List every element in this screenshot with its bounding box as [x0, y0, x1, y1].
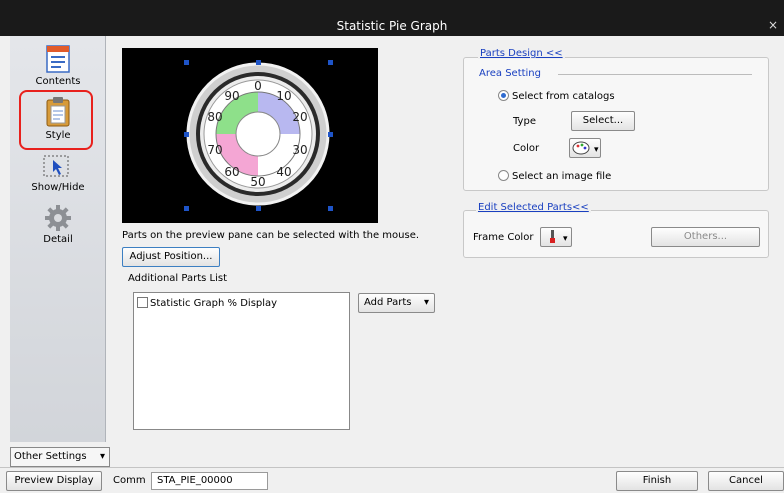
- gear-icon: [45, 205, 71, 231]
- dial-label: 10: [276, 89, 291, 103]
- dial-label: 50: [250, 175, 265, 189]
- chevron-down-icon: ▾: [99, 451, 105, 462]
- sidebar-item-label: Show/Hide: [31, 182, 85, 193]
- selection-handle[interactable]: [256, 60, 261, 65]
- area-setting-divider: [558, 74, 752, 75]
- dial-label: 60: [224, 165, 239, 179]
- selection-handle[interactable]: [328, 60, 333, 65]
- radio-label: Select an image file: [512, 171, 612, 182]
- dial-label: 0: [254, 79, 262, 93]
- selection-handle[interactable]: [256, 206, 261, 211]
- frame-color-label: Frame Color: [473, 232, 534, 243]
- pie-dial-preview[interactable]: 0 10 20 30 40 50 60 70 80 90: [122, 48, 378, 223]
- radio-unselected-icon[interactable]: [498, 170, 509, 181]
- selection-handle[interactable]: [184, 206, 189, 211]
- dial-label: 90: [224, 89, 239, 103]
- parts-list[interactable]: Statistic Graph % Display: [133, 292, 350, 430]
- checkbox[interactable]: [137, 297, 148, 308]
- adjust-position-button[interactable]: Adjust Position...: [122, 247, 220, 267]
- frame-color-button[interactable]: ▾: [540, 227, 572, 247]
- preview-note: Parts on the preview pane can be selecte…: [122, 230, 420, 241]
- sidebar-item-show-hide[interactable]: Show/Hide: [10, 154, 106, 193]
- dial-label: 80: [207, 110, 222, 124]
- parts-design-toggle[interactable]: Parts Design <<: [478, 48, 565, 59]
- finish-button[interactable]: Finish: [616, 471, 698, 491]
- comm-field[interactable]: STA_PIE_00000: [151, 472, 268, 490]
- sidebar-item-contents[interactable]: Contents: [10, 44, 106, 87]
- brush-icon: ▾: [550, 230, 568, 244]
- type-label: Type: [513, 116, 536, 127]
- parts-list-label: Additional Parts List: [128, 273, 227, 284]
- preview-display-button[interactable]: Preview Display: [6, 471, 102, 491]
- dial-label: 30: [292, 143, 307, 157]
- add-parts-button[interactable]: Add Parts ▾: [358, 293, 435, 313]
- color-picker-button[interactable]: ▾: [569, 138, 601, 158]
- title-bar: Statistic Pie Graph ×: [0, 0, 784, 36]
- preview-pane[interactable]: 0 10 20 30 40 50 60 70 80 90: [122, 48, 378, 223]
- window-title: Statistic Pie Graph: [336, 19, 448, 33]
- color-label: Color: [513, 143, 540, 154]
- selection-handle[interactable]: [328, 206, 333, 211]
- sidebar-item-detail[interactable]: Detail: [10, 204, 106, 245]
- add-parts-label: Add Parts: [364, 297, 412, 308]
- cursor-icon: [43, 155, 69, 177]
- selection-handle[interactable]: [184, 60, 189, 65]
- contents-icon: [46, 45, 70, 73]
- sidebar-item-label: Detail: [43, 234, 73, 245]
- dial-label: 70: [207, 143, 222, 157]
- sidebar-item-label: Contents: [35, 76, 81, 87]
- chevron-down-icon: ▾: [423, 297, 429, 308]
- cancel-button[interactable]: Cancel: [708, 471, 784, 491]
- radio-select-catalogs[interactable]: Select from catalogs: [498, 90, 615, 102]
- svg-text:▾: ▾: [563, 234, 568, 244]
- radio-select-image[interactable]: Select an image file: [498, 170, 611, 182]
- radio-selected-icon[interactable]: [498, 90, 509, 101]
- other-settings-dropdown[interactable]: Other Settings ▾: [10, 447, 110, 467]
- selection-handle[interactable]: [184, 132, 189, 137]
- close-icon[interactable]: ×: [768, 18, 778, 32]
- list-item-label: Statistic Graph % Display: [150, 298, 278, 309]
- selection-handle[interactable]: [328, 132, 333, 137]
- select-type-button[interactable]: Select...: [571, 111, 635, 131]
- palette-icon: ▾: [572, 141, 599, 155]
- radio-label: Select from catalogs: [512, 91, 615, 102]
- list-item[interactable]: Statistic Graph % Display: [137, 297, 277, 309]
- area-setting-heading: Area Setting: [479, 68, 541, 79]
- dial-label: 40: [276, 165, 291, 179]
- others-button[interactable]: Others...: [651, 227, 760, 247]
- other-settings-label: Other Settings: [14, 451, 87, 462]
- comm-label: Comm: [113, 475, 146, 486]
- edit-parts-toggle[interactable]: Edit Selected Parts<<: [476, 202, 591, 213]
- bottom-bar: Preview Display Comm STA_PIE_00000 Finis…: [0, 467, 784, 493]
- dial-label: 20: [292, 110, 307, 124]
- style-highlight: [19, 90, 93, 150]
- svg-text:▾: ▾: [594, 145, 599, 155]
